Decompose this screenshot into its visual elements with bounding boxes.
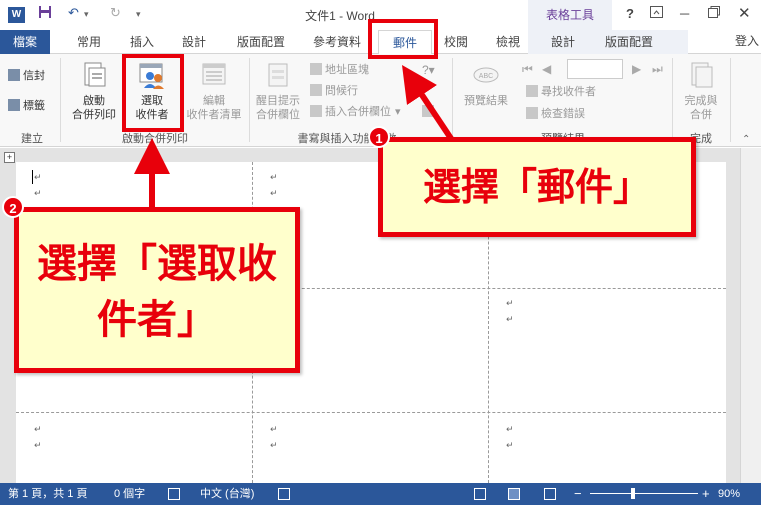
step-1-badge: 1: [368, 126, 390, 148]
arrow-to-mailings-tab: [402, 65, 455, 142]
callout-step-2: 選擇「選取收件者」: [14, 207, 300, 373]
callout-step-1: 選擇「郵件」: [378, 137, 696, 237]
step-2-badge: 2: [2, 196, 24, 218]
